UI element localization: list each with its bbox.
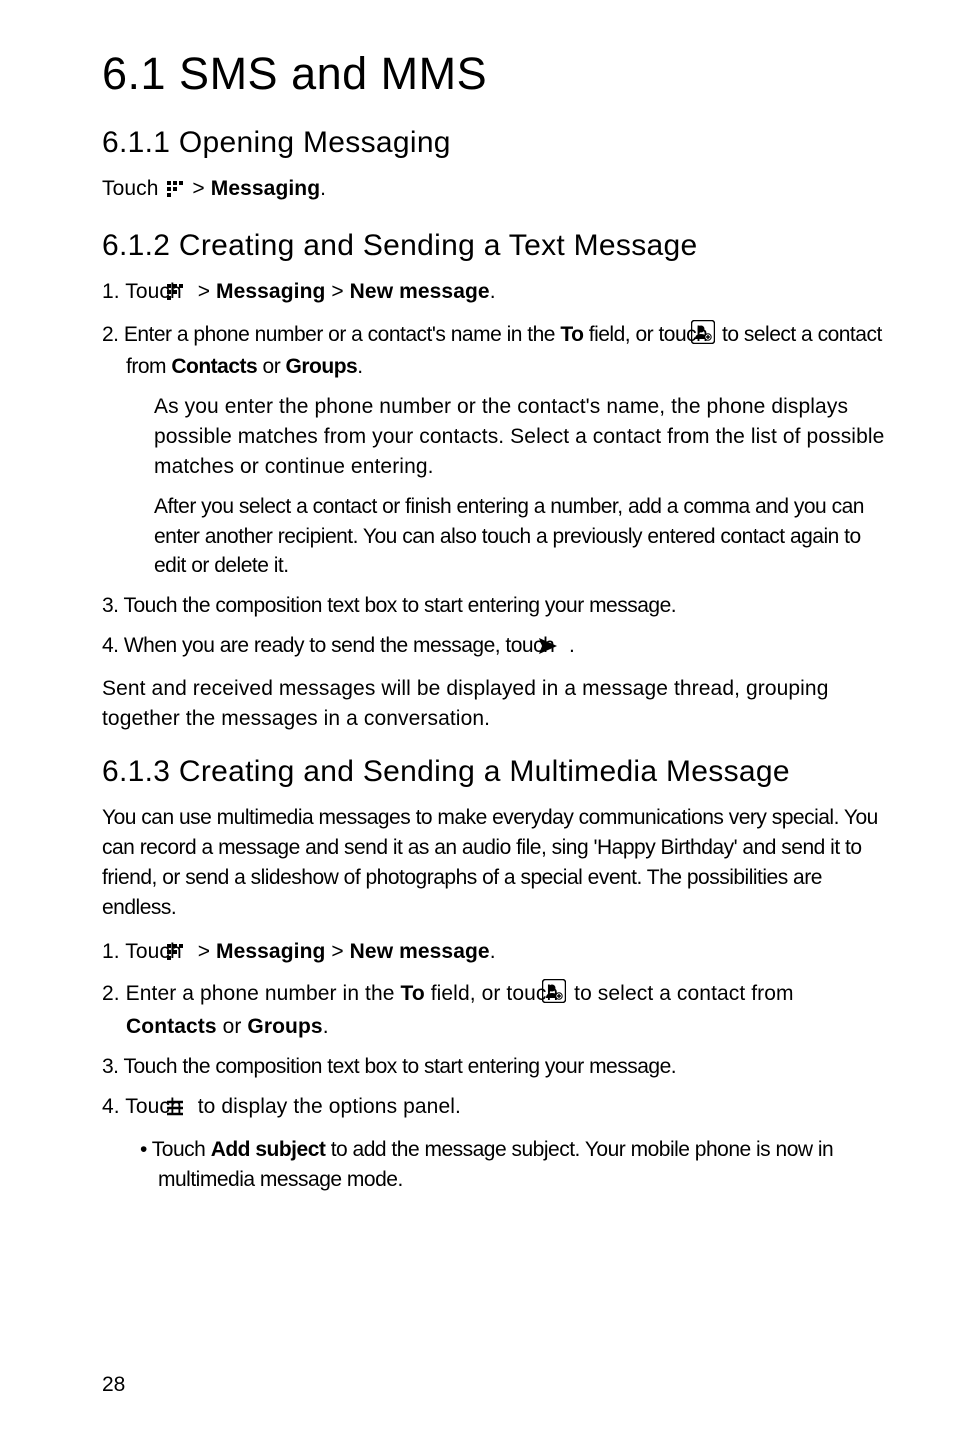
step-613-4: 4. Touch to display the options panel. (102, 1092, 890, 1125)
heading-611: 6.1.1 Opening Messaging (102, 126, 890, 160)
page: 6.1 SMS and MMS 6.1.1 Opening Messaging … (0, 0, 954, 1429)
line-611-touch: Touch > Messaging. (102, 174, 890, 207)
step-612-1: 1. Touch > Messaging > New message. (102, 277, 890, 310)
step-613-1: 1. Touch > Messaging > New message. (102, 937, 890, 970)
step-612-2: 2. Enter a phone number or a contact's n… (102, 320, 890, 383)
bullet-613: • Touch Add subject to add the message s… (102, 1135, 890, 1195)
section-title: 6.1 SMS and MMS (102, 48, 890, 100)
step-613-2: 2. Enter a phone number in the To field,… (102, 979, 890, 1042)
para-612: Sent and received messages will be displ… (102, 674, 890, 734)
step-612-3: 3. Touch the composition text box to sta… (102, 591, 890, 621)
page-number: 28 (102, 1373, 125, 1397)
step-612-4: 4. When you are ready to send the messag… (102, 631, 890, 664)
heading-612: 6.1.2 Creating and Sending a Text Messag… (102, 229, 890, 263)
apps-grid-icon (166, 177, 184, 207)
note-612-1: As you enter the phone number or the con… (102, 392, 890, 481)
step-613-3: 3. Touch the composition text box to sta… (102, 1052, 890, 1082)
intro-613: You can use multimedia messages to make … (102, 803, 890, 922)
heading-613: 6.1.3 Creating and Sending a Multimedia … (102, 755, 890, 789)
note-612-2: After you select a contact or finish ent… (102, 492, 890, 581)
